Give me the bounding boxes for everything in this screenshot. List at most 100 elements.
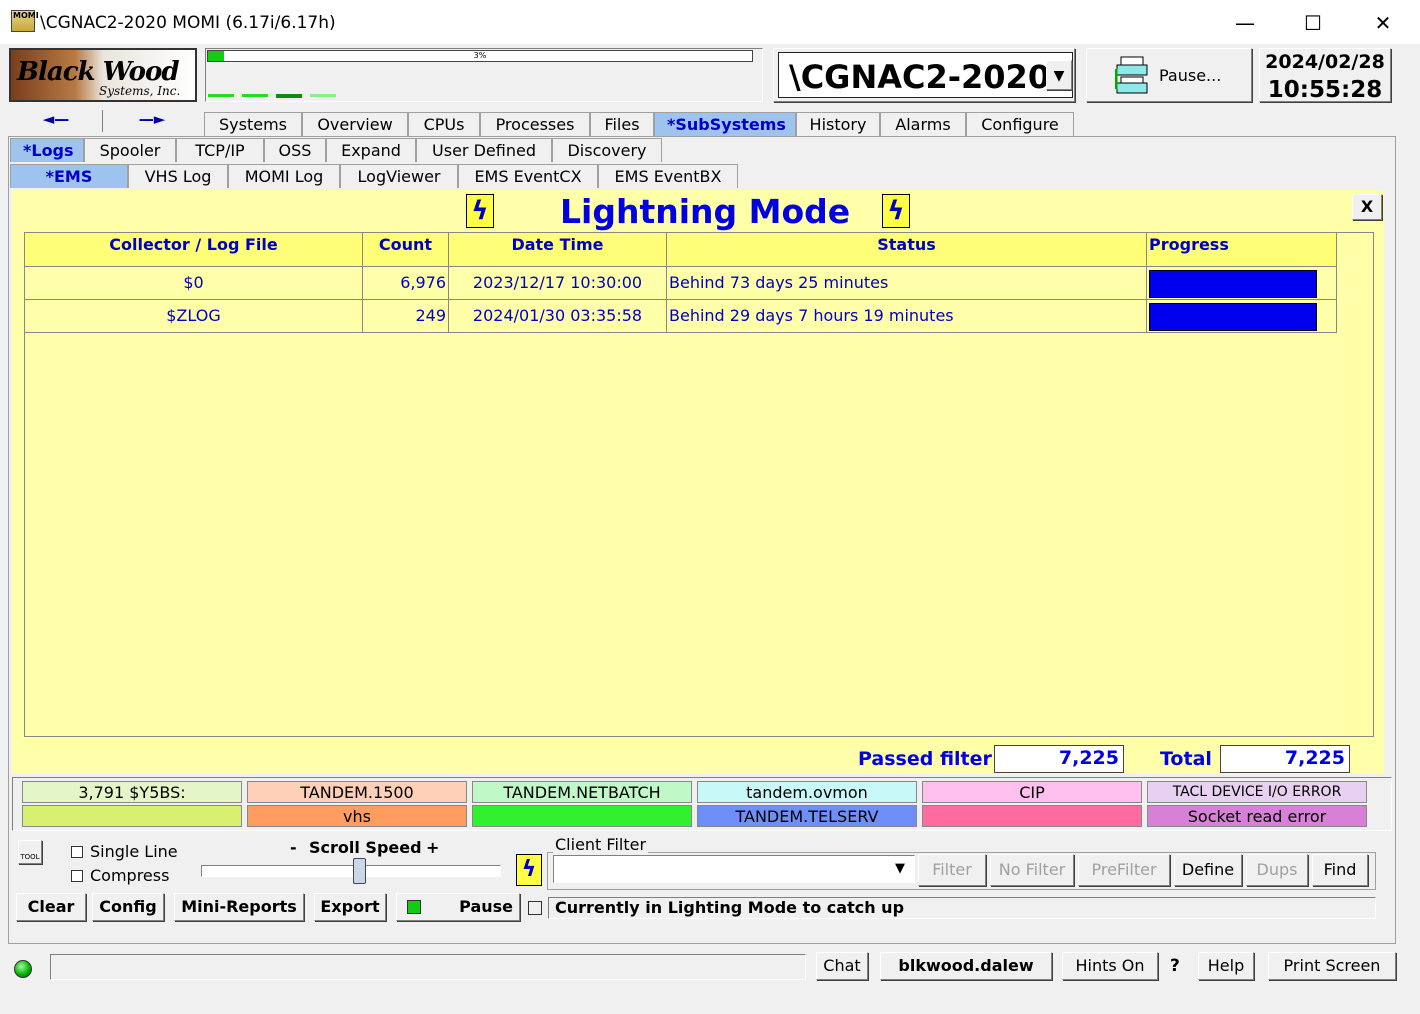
legend-item[interactable]: Socket read error xyxy=(1147,805,1367,827)
print-screen-button[interactable]: Print Screen xyxy=(1268,952,1396,980)
filter-button[interactable]: Filter xyxy=(918,854,986,886)
clock-time: 10:55:28 xyxy=(1267,77,1383,103)
tab-logviewer[interactable]: LogViewer xyxy=(340,164,458,188)
legend-item[interactable] xyxy=(922,805,1142,827)
legend-item[interactable]: TANDEM.1500 xyxy=(247,781,467,803)
tab-configure[interactable]: Configure xyxy=(966,112,1074,136)
client-filter-dropdown[interactable] xyxy=(553,855,915,883)
close-icon[interactable]: ✕ xyxy=(1368,10,1398,36)
tab-ems-msgs[interactable]: *EMS Msgs xyxy=(10,164,128,210)
legend-item[interactable] xyxy=(22,805,242,827)
tab-expand[interactable]: Expand xyxy=(326,138,416,162)
table-cell-status[interactable]: Behind 29 days 7 hours 19 minutes xyxy=(667,300,1147,333)
dups-button[interactable]: Dups xyxy=(1246,854,1308,886)
tab-subsystems[interactable]: *SubSystems xyxy=(654,112,796,136)
find-button[interactable]: Find xyxy=(1312,854,1368,886)
table-cell-progress[interactable] xyxy=(1147,267,1337,300)
minimize-icon[interactable]: — xyxy=(1230,10,1260,36)
tab-ems-eventbx[interactable]: EMS EventBX xyxy=(598,164,738,188)
no-filter-button[interactable]: No Filter xyxy=(990,854,1074,886)
single-line-label: Single Line xyxy=(90,842,178,861)
col-header-datetime[interactable]: Date Time xyxy=(449,233,667,267)
row-progress-bar xyxy=(1149,270,1317,298)
legend-item[interactable]: TANDEM.TELSERV xyxy=(697,805,917,827)
tab-systems[interactable]: Systems xyxy=(204,112,302,136)
tab-ems-eventcx[interactable]: EMS EventCX xyxy=(458,164,598,188)
clear-button[interactable]: Clear xyxy=(16,893,86,921)
hints-on-button[interactable]: Hints On xyxy=(1062,952,1158,980)
table-cell-status[interactable]: Behind 73 days 25 minutes xyxy=(667,267,1147,300)
legend-item[interactable]: TACL DEVICE I/O ERROR xyxy=(1147,781,1367,803)
user-button[interactable]: blkwood.dalew xyxy=(880,952,1052,980)
legend-item[interactable] xyxy=(472,805,692,827)
col-header-progress[interactable]: Progress xyxy=(1147,233,1337,267)
tab-history[interactable]: History xyxy=(796,112,880,136)
close-lightning-button[interactable]: X xyxy=(1352,194,1382,220)
legend-item[interactable]: TANDEM.NETBATCH xyxy=(472,781,692,803)
tab-processes[interactable]: Processes xyxy=(480,112,590,136)
tool-icon[interactable]: TOOL xyxy=(18,840,42,864)
chevron-down-icon[interactable]: ▼ xyxy=(1046,60,1072,90)
connection-status-icon xyxy=(14,960,32,978)
mini-reports-button[interactable]: Mini-Reports xyxy=(174,893,304,921)
question-icon[interactable]: ? xyxy=(1170,956,1180,976)
table-cell-progress[interactable] xyxy=(1147,300,1337,333)
scroll-speed-slider-handle[interactable] xyxy=(353,858,366,884)
tab-tcpip[interactable]: TCP/IP xyxy=(176,138,264,162)
table-cell-datetime[interactable]: 2024/01/30 03:35:58 xyxy=(449,300,667,333)
prefilter-button[interactable]: PreFilter xyxy=(1078,854,1170,886)
scroll-speed-plus: + xyxy=(426,838,440,857)
single-line-checkbox[interactable] xyxy=(71,846,83,858)
table-cell-count[interactable]: 249 xyxy=(363,300,449,333)
lightning-checkbox[interactable] xyxy=(528,901,542,915)
tab-user-defined[interactable]: User Defined xyxy=(416,138,552,162)
passed-filter-label: Passed filter xyxy=(858,748,992,770)
config-button[interactable]: Config xyxy=(92,893,164,921)
maximize-icon[interactable]: ☐ xyxy=(1298,10,1328,36)
status-message: Currently in Lighting Mode to catch up xyxy=(555,898,905,917)
tab-discovery[interactable]: Discovery xyxy=(552,138,662,162)
legend-item[interactable]: vhs xyxy=(247,805,467,827)
pause-log-button[interactable]: Pause xyxy=(396,893,520,921)
tab-cpus[interactable]: CPUs xyxy=(408,112,480,136)
define-button[interactable]: Define xyxy=(1174,854,1242,886)
legend-item[interactable]: 3,791 $Y5BS: xyxy=(22,781,242,803)
table-cell-collector[interactable]: $ZLOG xyxy=(25,300,363,333)
window-title-bar: MOMI \CGNAC2-2020 MOMI (6.17i/6.17h) — ☐… xyxy=(0,0,1420,44)
legend-item[interactable]: CIP xyxy=(922,781,1142,803)
tab-spooler[interactable]: Spooler xyxy=(84,138,176,162)
progress-percent: 3% xyxy=(473,51,487,60)
compress-checkbox[interactable] xyxy=(71,870,83,882)
momi-app-icon: MOMI xyxy=(11,10,39,32)
table-cell-collector[interactable]: $0 xyxy=(25,267,363,300)
compress-label: Compress xyxy=(90,866,170,885)
forward-arrow-button[interactable]: —► xyxy=(106,110,198,134)
col-header-count[interactable]: Count xyxy=(363,233,449,267)
tab-vhs-log[interactable]: VHS Log xyxy=(128,164,228,188)
lightning-grid: Collector / Log File Count Date Time Sta… xyxy=(24,232,1374,737)
chat-button[interactable]: Chat xyxy=(816,952,868,980)
activity-dash xyxy=(276,94,302,98)
footer-status-bar xyxy=(50,954,806,980)
help-button[interactable]: Help xyxy=(1198,952,1254,980)
col-header-status[interactable]: Status xyxy=(667,233,1147,267)
tab-alarms[interactable]: Alarms xyxy=(880,112,966,136)
scroll-speed-track[interactable] xyxy=(201,865,501,877)
lightning-toggle-icon[interactable]: ϟ xyxy=(516,854,542,886)
tab-logs[interactable]: *Logs xyxy=(10,138,84,162)
chevron-down-icon[interactable]: ▼ xyxy=(889,859,911,879)
table-cell-datetime[interactable]: 2023/12/17 10:30:00 xyxy=(449,267,667,300)
legend-item[interactable]: tandem.ovmon xyxy=(697,781,917,803)
tab-overview[interactable]: Overview xyxy=(302,112,408,136)
back-arrow-button[interactable]: ◄— xyxy=(10,110,102,134)
pause-button[interactable]: Pause... xyxy=(1086,48,1252,102)
table-cell-count[interactable]: 6,976 xyxy=(363,267,449,300)
tab-files[interactable]: Files xyxy=(590,112,654,136)
export-button[interactable]: Export xyxy=(314,893,386,921)
tab-momi-log[interactable]: MOMI Log xyxy=(228,164,340,188)
tab-oss[interactable]: OSS xyxy=(264,138,326,162)
activity-dash xyxy=(208,94,234,97)
progress-bar: 3% xyxy=(207,50,753,62)
col-header-collector[interactable]: Collector / Log File xyxy=(25,233,363,267)
system-selector[interactable]: \CGNAC2-2020 xyxy=(778,52,1073,98)
